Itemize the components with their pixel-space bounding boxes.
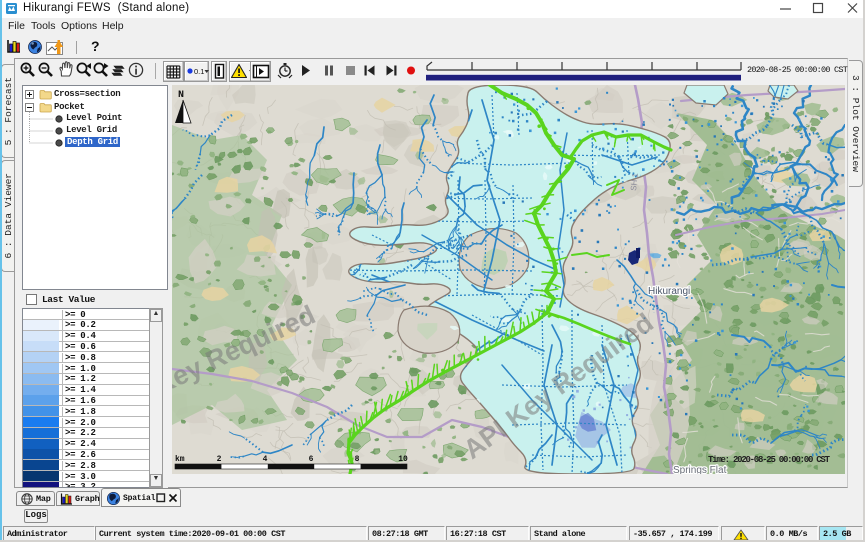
svg-text:Hikurangi: Hikurangi: [648, 286, 690, 297]
svg-text:km: km: [175, 455, 185, 464]
svg-text:SH 1: SH 1: [629, 172, 640, 191]
svg-text:10: 10: [398, 455, 408, 464]
svg-text:Time: 2020-08-25 00:00:00 CST: Time: 2020-08-25 00:00:00 CST: [708, 455, 831, 465]
svg-text:4: 4: [263, 455, 268, 464]
svg-text:0.1: 0.1: [194, 67, 204, 76]
svg-text:Springs Flat: Springs Flat: [673, 465, 727, 474]
svg-text:N: N: [178, 90, 184, 101]
svg-text:8: 8: [355, 455, 360, 464]
svg-text:2: 2: [217, 455, 222, 464]
svg-text:6: 6: [309, 455, 314, 464]
